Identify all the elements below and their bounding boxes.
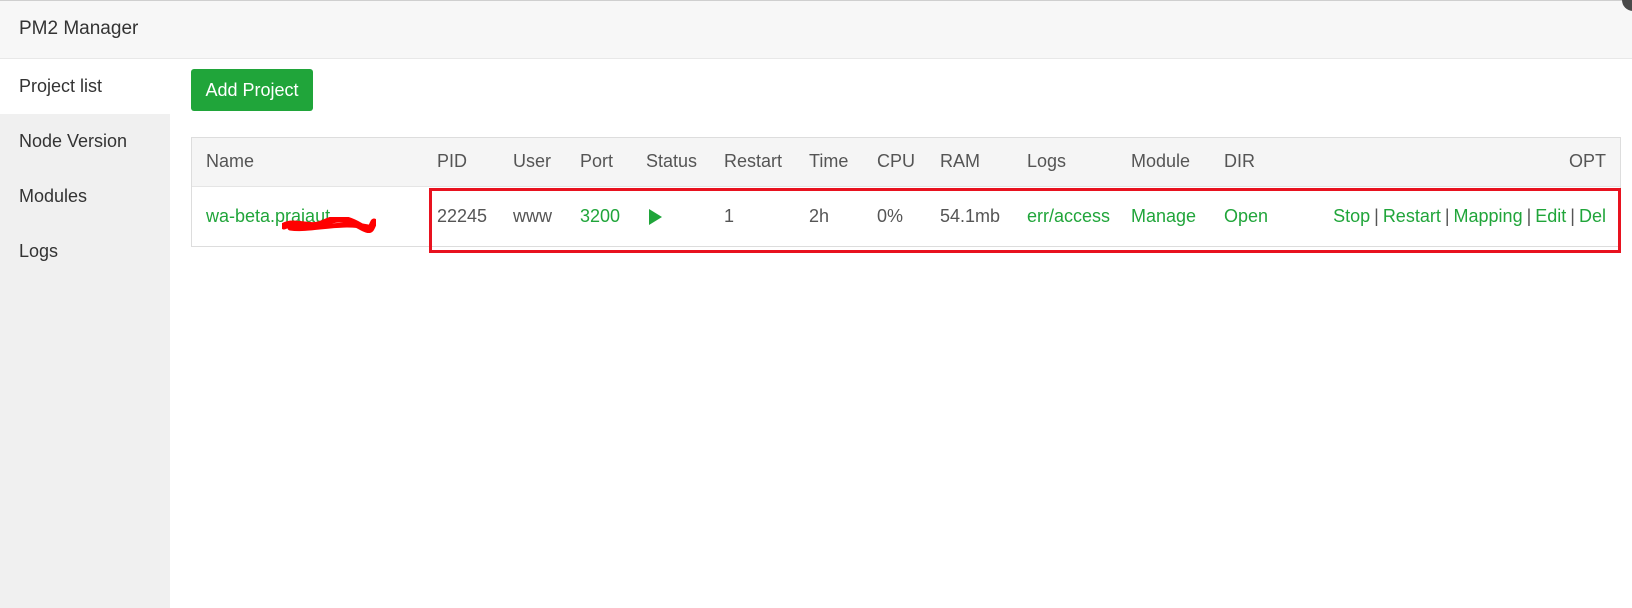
user-cell: www [513,205,552,226]
sidebar: Project list Node Version Modules Logs [0,59,170,608]
window-title: PM2 Manager [19,18,139,39]
sidebar-item-label: Logs [19,241,59,261]
restart-link[interactable]: Restart [1383,206,1441,226]
header-module: Module [1117,138,1210,187]
title-bar: PM2 Manager [0,0,1632,59]
main-panel: Add Project Name PID User Port Status Re… [170,59,1632,608]
mapping-link[interactable]: Mapping [1454,206,1523,226]
sidebar-item-label: Modules [19,186,88,206]
play-icon[interactable] [649,209,662,225]
header-port: Port [566,138,632,187]
header-name: Name [192,138,423,187]
dir-open-link[interactable]: Open [1224,206,1268,226]
project-name-link[interactable]: wa-beta.prajaut [206,206,330,226]
module-manage-link[interactable]: Manage [1131,206,1196,226]
stop-link[interactable]: Stop [1333,206,1370,226]
project-name-cell: wa-beta.prajaut [192,186,423,246]
header-dir: DIR [1210,138,1290,187]
add-project-button[interactable]: Add Project [191,69,313,111]
port-cell: 3200 [566,186,632,246]
header-opt: OPT [1290,138,1620,187]
pm2-manager-window: PM2 Manager Project list Node Version Mo… [0,0,1632,608]
sidebar-item-modules[interactable]: Modules [0,169,170,224]
opt-separator: | [1374,205,1379,226]
logs-link[interactable]: err/access [1027,206,1110,226]
sidebar-item-project-list[interactable]: Project list [0,59,170,114]
ram-cell: 54.1mb [940,205,1001,226]
opt-separator: | [1526,205,1532,226]
cpu-cell: 0% [877,205,904,226]
close-icon[interactable] [1622,0,1632,11]
opt-separator: | [1444,205,1450,226]
restart-count-cell: 1 [724,205,735,226]
header-logs: Logs [1013,138,1117,187]
sidebar-item-logs[interactable]: Logs [0,224,170,279]
project-table: Name PID User Port Status Restart Time C… [191,137,1621,247]
logs-cell: err/access [1013,186,1117,246]
sidebar-item-label: Node Version [19,131,128,151]
pid-cell: 22245 [437,205,488,226]
dir-cell: Open [1210,186,1290,246]
status-cell [632,186,710,246]
header-status: Status [632,138,710,187]
opt-separator: | [1570,205,1575,226]
opt-cell: Stop | Restart | Mapping | Edit | Del [1290,186,1620,246]
table-row: wa-beta.prajaut 22245 www 3200 1 2h 0% 5… [192,186,1620,246]
header-time: Time [795,138,863,187]
header-user: User [499,138,566,187]
module-cell: Manage [1117,186,1210,246]
header-cpu: CPU [863,138,926,187]
port-link[interactable]: 3200 [580,206,620,226]
header-ram: RAM [926,138,1013,187]
header-restart: Restart [710,138,795,187]
sidebar-item-label: Project list [19,76,103,96]
time-cell: 2h [809,205,830,226]
table-header-row: Name PID User Port Status Restart Time C… [192,138,1620,187]
edit-link[interactable]: Edit [1535,206,1566,226]
sidebar-item-node-version[interactable]: Node Version [0,114,170,169]
header-pid: PID [423,138,499,187]
del-link[interactable]: Del [1579,206,1606,226]
